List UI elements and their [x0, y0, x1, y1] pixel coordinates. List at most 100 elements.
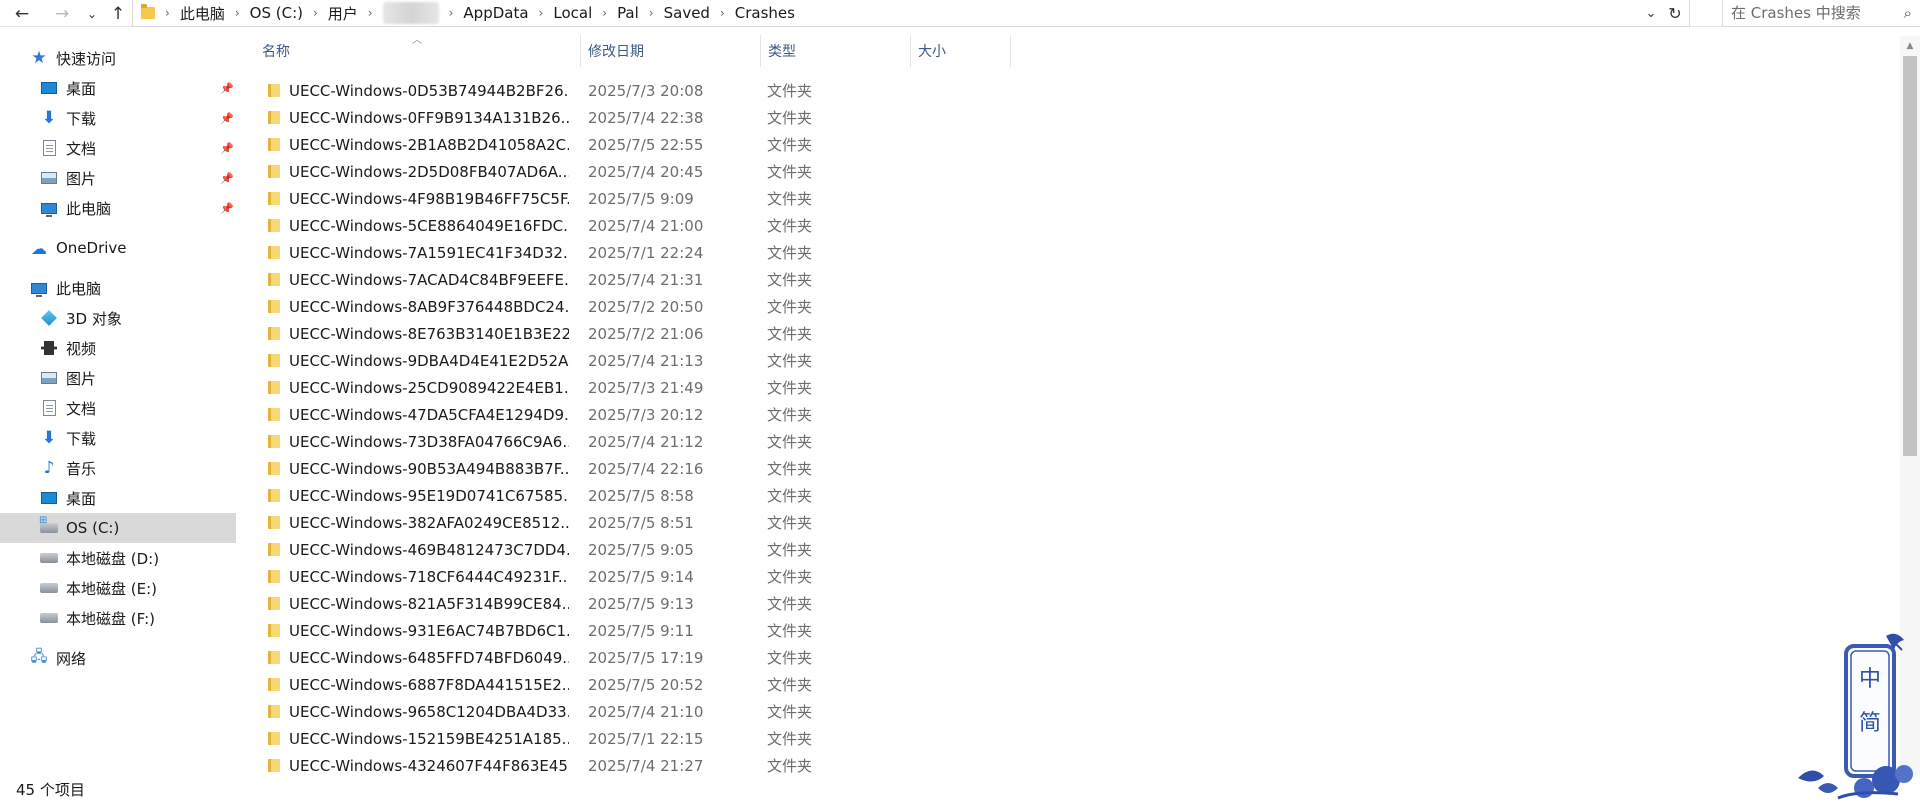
nav-pictures-pinned[interactable]: 图片 📌 — [0, 163, 236, 193]
file-type: 文件夹 — [767, 325, 813, 343]
file-row[interactable]: UECC-Windows-4324607F44F863E45... 2025/7/… — [256, 752, 836, 779]
breadcrumb-os-c[interactable]: OS (C:) — [250, 4, 303, 22]
recent-locations-button[interactable]: ⌄ — [80, 2, 104, 26]
search-box[interactable]: ⌕ — [1722, 0, 1920, 27]
file-row[interactable]: UECC-Windows-5CE8864049E16FDC... 2025/7/4… — [256, 212, 836, 239]
nav-desktop-pinned[interactable]: 桌面 📌 — [0, 73, 236, 103]
nav-music[interactable]: ♪ 音乐 — [0, 453, 236, 483]
file-row[interactable]: UECC-Windows-4F98B19B46FF75C5F... 2025/7/… — [256, 185, 836, 212]
nav-onedrive[interactable]: ☁ OneDrive — [0, 233, 236, 263]
column-label: 修改日期 — [588, 44, 644, 60]
forward-button[interactable]: → — [50, 2, 74, 26]
column-header-date[interactable]: 修改日期 — [582, 35, 760, 67]
nav-quick-access[interactable]: ★ 快速访问 — [0, 43, 236, 73]
breadcrumb-this-pc[interactable]: 此电脑 — [180, 3, 225, 24]
column-header-size[interactable]: 大小 — [912, 35, 1010, 67]
up-button[interactable]: ↑ — [106, 2, 130, 26]
nav-drive-d[interactable]: 本地磁盘 (D:) — [0, 543, 236, 573]
breadcrumb-username-redacted[interactable] — [382, 2, 439, 24]
breadcrumb-crashes[interactable]: Crashes — [735, 4, 795, 22]
nav-pictures[interactable]: 图片 — [0, 363, 236, 393]
scrollbar-thumb[interactable] — [1903, 56, 1917, 456]
nav-downloads[interactable]: ⬇ 下载 — [0, 423, 236, 453]
file-row[interactable]: UECC-Windows-8E763B3140E1B3E22... 2025/7/… — [256, 320, 836, 347]
nav-drive-f[interactable]: 本地磁盘 (F:) — [0, 603, 236, 633]
folder-icon — [268, 381, 280, 394]
file-type: 文件夹 — [767, 487, 813, 505]
file-name: UECC-Windows-821A5F314B99CE84... — [289, 594, 569, 613]
scroll-up-arrow[interactable]: ▲ — [1900, 38, 1920, 54]
file-row[interactable]: UECC-Windows-821A5F314B99CE84... 2025/7/5… — [256, 590, 836, 617]
nav-label: 本地磁盘 (F:) — [66, 609, 155, 628]
nav-downloads-pinned[interactable]: ⬇ 下载 📌 — [0, 103, 236, 133]
file-date: 2025/7/5 22:55 — [588, 135, 704, 154]
column-divider[interactable] — [760, 35, 761, 67]
file-row[interactable]: UECC-Windows-95E19D0741C67585... 2025/7/5… — [256, 482, 836, 509]
file-row[interactable]: UECC-Windows-73D38FA04766C9A6... 2025/7/4… — [256, 428, 836, 455]
column-divider[interactable] — [1010, 35, 1011, 67]
nav-this-pc-pinned[interactable]: 此电脑 📌 — [0, 193, 236, 223]
nav-network[interactable]: 🖧 网络 — [0, 643, 236, 673]
column-header-type[interactable]: 类型 — [762, 35, 910, 67]
file-row[interactable]: UECC-Windows-469B4812473C7DD4... 2025/7/5… — [256, 536, 836, 563]
file-row[interactable]: UECC-Windows-718CF6444C49231F... 2025/7/5… — [256, 563, 836, 590]
file-row[interactable]: UECC-Windows-382AFA0249CE8512... 2025/7/5… — [256, 509, 836, 536]
nav-desktop[interactable]: 桌面 — [0, 483, 236, 513]
file-type: 文件夹 — [767, 163, 813, 181]
file-row[interactable]: UECC-Windows-9DBA4D4E41E2D52A... 2025/7/4… — [256, 347, 836, 374]
file-row[interactable]: UECC-Windows-2D5D08FB407AD6A... 2025/7/4 … — [256, 158, 836, 185]
file-row[interactable]: UECC-Windows-2B1A8B2D41058A2C... 2025/7/5… — [256, 131, 836, 158]
search-icon[interactable]: ⌕ — [1904, 4, 1912, 22]
column-divider[interactable] — [910, 35, 911, 67]
file-row[interactable]: UECC-Windows-152159BE4251A185... 2025/7/1… — [256, 725, 836, 752]
address-history-dropdown[interactable]: ⌄ — [1641, 3, 1661, 23]
file-row[interactable]: UECC-Windows-90B53A494B883B7F... 2025/7/4… — [256, 455, 836, 482]
pin-icon[interactable]: 📌 — [220, 112, 234, 125]
file-date: 2025/7/5 9:14 — [588, 567, 694, 586]
breadcrumb-appdata[interactable]: AppData — [463, 4, 528, 22]
pin-icon[interactable]: 📌 — [220, 82, 234, 95]
nav-this-pc[interactable]: 此电脑 — [0, 273, 236, 303]
file-date: 2025/7/3 20:08 — [588, 81, 704, 100]
breadcrumb-local[interactable]: Local — [553, 4, 592, 22]
nav-documents[interactable]: 文档 — [0, 393, 236, 423]
pin-icon[interactable]: 📌 — [220, 172, 234, 185]
nav-3d-objects[interactable]: 3D 对象 — [0, 303, 236, 333]
breadcrumb-pal[interactable]: Pal — [617, 4, 639, 22]
file-row[interactable]: UECC-Windows-0FF9B9134A131B26... 2025/7/4… — [256, 104, 836, 131]
folder-icon — [268, 138, 280, 151]
breadcrumb-users[interactable]: 用户 — [328, 3, 358, 24]
file-row[interactable]: UECC-Windows-6887F8DA441515E2... 2025/7/5… — [256, 671, 836, 698]
file-name: UECC-Windows-2D5D08FB407AD6A... — [289, 162, 569, 181]
file-row[interactable]: UECC-Windows-9658C1204DBA4D33... 2025/7/4… — [256, 698, 836, 725]
file-date: 2025/7/5 9:09 — [588, 189, 694, 208]
file-row[interactable]: UECC-Windows-47DA5CFA4E1294D9... 2025/7/3… — [256, 401, 836, 428]
pin-icon[interactable]: 📌 — [220, 142, 234, 155]
file-row[interactable]: UECC-Windows-7A1591EC41F34D32... 2025/7/1… — [256, 239, 836, 266]
breadcrumb-saved[interactable]: Saved — [664, 4, 710, 22]
file-row[interactable]: UECC-Windows-8AB9F376448BDC24... 2025/7/2… — [256, 293, 836, 320]
chevron-up-icon: ▲ — [1906, 41, 1914, 51]
file-date: 2025/7/4 21:10 — [588, 702, 704, 721]
address-toolbar: ← → ⌄ ↑ › 此电脑 › OS (C:) › 用户 › › AppData… — [0, 0, 1920, 27]
column-divider[interactable] — [580, 35, 581, 67]
file-date: 2025/7/1 22:24 — [588, 243, 704, 262]
address-bar[interactable]: › 此电脑 › OS (C:) › 用户 › › AppData › Local… — [132, 0, 1690, 27]
file-row[interactable]: UECC-Windows-25CD9089422E4EB1... 2025/7/3… — [256, 374, 836, 401]
file-row[interactable]: UECC-Windows-931E6AC74B7BD6C1... 2025/7/5… — [256, 617, 836, 644]
nav-videos[interactable]: 视频 — [0, 333, 236, 363]
nav-drive-e[interactable]: 本地磁盘 (E:) — [0, 573, 236, 603]
search-input[interactable] — [1731, 4, 1891, 22]
nav-os-c-drive[interactable]: OS (C:) — [0, 513, 236, 543]
file-row[interactable]: UECC-Windows-7ACAD4C84BF9EEFE... 2025/7/4… — [256, 266, 836, 293]
folder-icon — [268, 192, 280, 205]
file-row[interactable]: UECC-Windows-6485FFD74BFD6049... 2025/7/5… — [256, 644, 836, 671]
pin-icon[interactable]: 📌 — [220, 202, 234, 215]
back-button[interactable]: ← — [10, 2, 34, 26]
folder-icon — [268, 489, 280, 502]
column-header-name[interactable]: 名称 — [256, 35, 580, 67]
file-row[interactable]: UECC-Windows-0D53B74944B2BF26... 2025/7/3… — [256, 77, 836, 104]
file-date: 2025/7/1 22:15 — [588, 729, 704, 748]
nav-documents-pinned[interactable]: 文档 📌 — [0, 133, 236, 163]
refresh-button[interactable]: ↻ — [1665, 3, 1685, 23]
